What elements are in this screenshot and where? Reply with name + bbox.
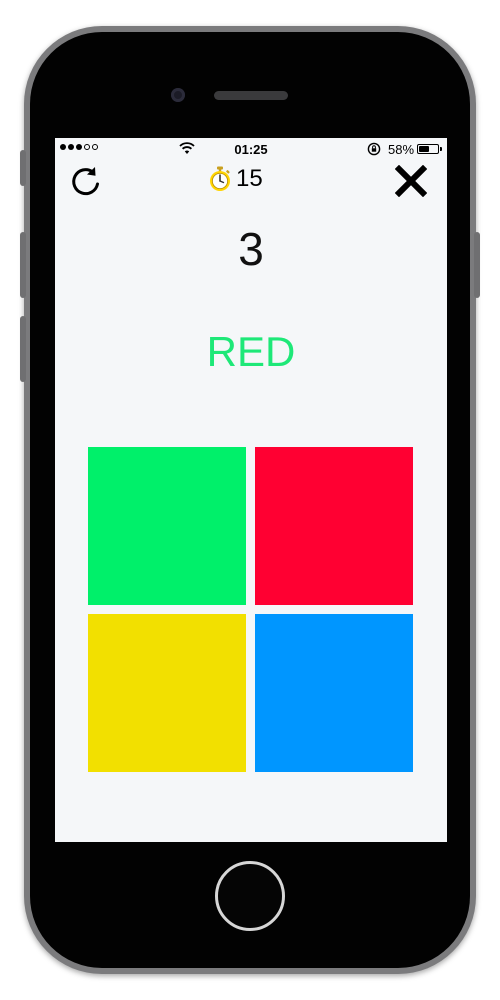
front-camera xyxy=(171,88,185,102)
tile-red[interactable] xyxy=(255,447,413,605)
restart-icon xyxy=(72,167,99,196)
stopwatch-icon xyxy=(210,166,230,191)
orientation-lock-icon xyxy=(367,142,381,156)
mute-switch xyxy=(20,150,26,186)
tile-blue[interactable] xyxy=(255,614,413,772)
color-word: RED xyxy=(206,328,296,375)
timer-value: 15 xyxy=(236,165,263,192)
home-button[interactable] xyxy=(215,861,285,931)
close-button[interactable] xyxy=(394,164,428,198)
status-bar: 01:25 58% xyxy=(55,138,447,160)
close-icon xyxy=(394,164,428,198)
volume-down-button xyxy=(20,316,26,382)
phone-screen: 01:25 58% 15 3 RED xyxy=(55,138,447,842)
tile-yellow[interactable] xyxy=(88,614,246,772)
tile-green[interactable] xyxy=(88,447,246,605)
score: 3 xyxy=(238,223,264,275)
battery-tip xyxy=(440,147,442,151)
battery-icon xyxy=(417,144,439,154)
power-button xyxy=(474,232,480,298)
earpiece-speaker xyxy=(214,91,288,100)
restart-button[interactable] xyxy=(69,164,103,198)
battery-level xyxy=(419,146,430,152)
volume-up-button xyxy=(20,232,26,298)
battery-percent: 58% xyxy=(388,142,415,157)
countdown-timer: 15 xyxy=(208,165,263,193)
